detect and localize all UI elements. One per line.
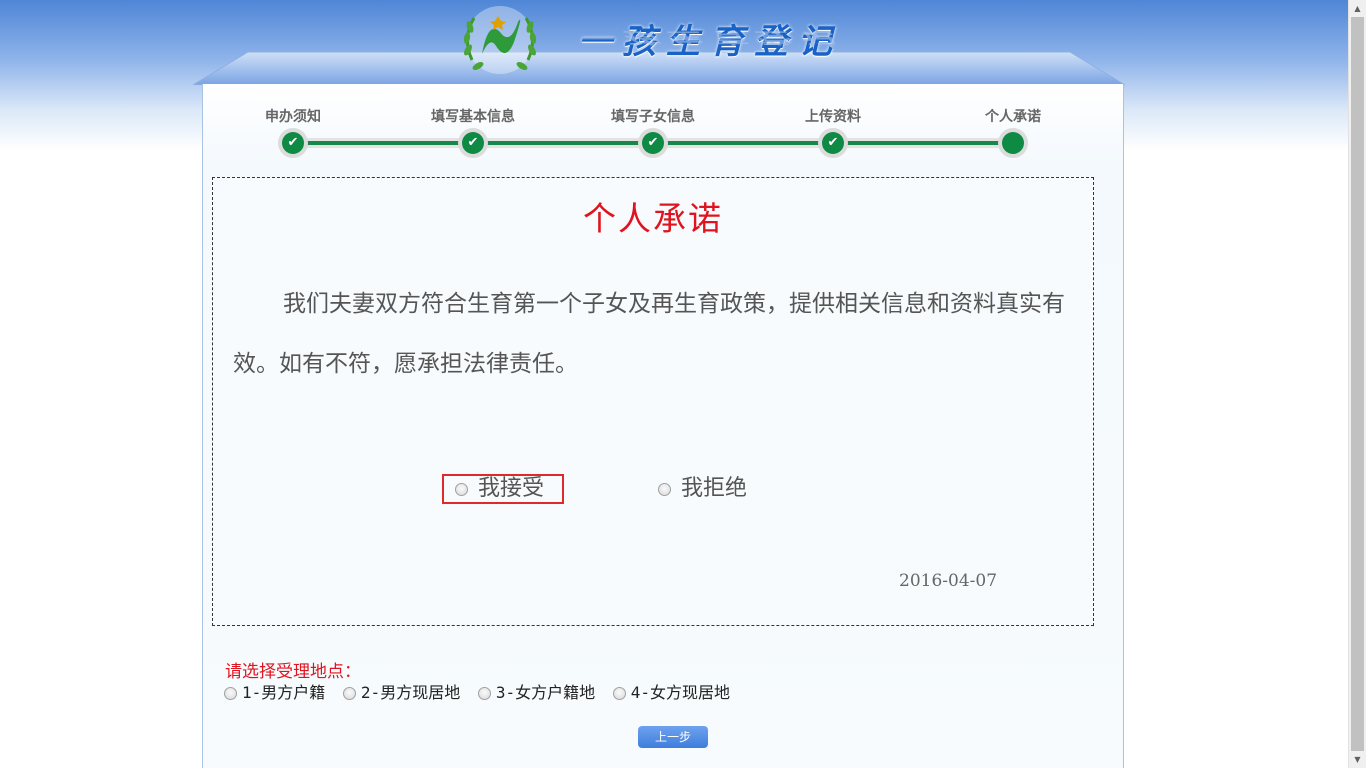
promise-date: 2016-04-07	[899, 571, 998, 591]
location-option-male-household[interactable]: 1-男方户籍	[224, 679, 325, 703]
reject-radio-option[interactable]: 我拒绝	[658, 476, 747, 506]
promise-title: 个人承诺	[583, 199, 723, 238]
previous-step-button[interactable]: 上一步	[638, 726, 708, 748]
reject-label[interactable]: 我拒绝	[681, 476, 747, 501]
reject-radio-button[interactable]	[658, 482, 671, 496]
step-label-upload: 上传资料	[805, 109, 861, 125]
scroll-up-arrow-icon[interactable]: ▲	[1349, 0, 1366, 17]
check-icon: ✔	[822, 132, 844, 154]
step-label-notice: 申办须知	[265, 109, 321, 125]
progress-steps: 申办须知 填写基本信息 填写子女信息 上传资料 个人承诺 ✔ ✔ ✔ ✔	[203, 84, 1123, 164]
location-option-female-residence[interactable]: 4-女方现居地	[612, 679, 730, 703]
step-label-basic-info: 填写基本信息	[431, 109, 515, 125]
step-dot-notice: ✔	[278, 128, 308, 158]
check-icon: ✔	[282, 132, 304, 154]
location-options: 1-男方户籍 2-男方现居地 3-女方户籍地 4-女方现居地	[224, 679, 738, 703]
location-radio-button[interactable]	[224, 687, 237, 700]
location-option-male-residence[interactable]: 2-男方现居地	[342, 679, 460, 703]
promise-box: 个人承诺 我们夫妻双方符合生育第一个子女及再生育政策，提供相关信息和资料真实有效…	[212, 177, 1094, 626]
step-dot-upload: ✔	[818, 128, 848, 158]
accept-label[interactable]: 我接受	[478, 476, 544, 501]
main-panel: 申办须知 填写基本信息 填写子女信息 上传资料 个人承诺 ✔ ✔ ✔ ✔ 个人承…	[202, 84, 1124, 768]
scroll-down-arrow-icon[interactable]: ▼	[1349, 751, 1366, 768]
current-step-indicator	[1002, 132, 1024, 154]
location-radio-button[interactable]	[477, 687, 491, 700]
location-radio-button[interactable]	[612, 687, 626, 700]
check-icon: ✔	[462, 132, 484, 154]
accept-radio-button[interactable]	[455, 482, 468, 496]
check-icon: ✔	[642, 132, 664, 154]
step-dot-promise-current	[998, 128, 1028, 158]
accept-radio-option[interactable]: 我接受	[442, 474, 564, 504]
step-dot-children-info: ✔	[638, 128, 668, 158]
brand-title-reflection: 一孩生育登记	[578, 28, 842, 47]
location-radio-button[interactable]	[342, 687, 356, 700]
step-label-promise: 个人承诺	[985, 109, 1041, 125]
step-dot-basic-info: ✔	[458, 128, 488, 158]
step-label-children-info: 填写子女信息	[611, 109, 695, 125]
location-option-female-household[interactable]: 3-女方户籍地	[477, 679, 595, 703]
vertical-scrollbar[interactable]: ▲ ▼	[1348, 0, 1366, 768]
laurel-wreath-logo-icon	[463, 6, 537, 74]
promise-text: 我们夫妻双方符合生育第一个子女及再生育政策，提供相关信息和资料真实有效。如有不符…	[233, 291, 1065, 377]
scrollbar-thumb[interactable]	[1351, 17, 1364, 751]
